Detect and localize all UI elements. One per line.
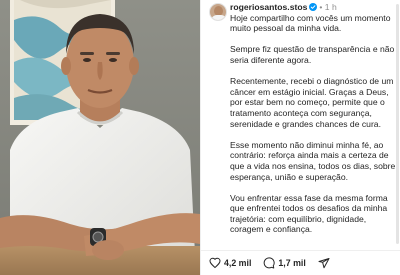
caption-paragraph-2: Sempre fiz questão de transparência e nã… <box>230 44 395 65</box>
like-button[interactable]: 4,2 mil <box>209 257 251 269</box>
post-caption: rogeriosantos.stos • 1 h Hoje compartilho… <box>230 2 396 248</box>
dot-separator: • <box>319 2 323 12</box>
post-time[interactable]: 1 h <box>325 2 337 12</box>
caption-scrollbar[interactable] <box>396 4 399 244</box>
post-photo <box>0 0 200 275</box>
avatar-shirt <box>211 15 226 20</box>
caption-paragraph-3: Recentemente, recebi o diagnóstico de um… <box>230 76 394 129</box>
caption-paragraph-5: Vou enfrentar essa fase da mesma forma q… <box>230 192 388 235</box>
comments-count: 1,7 mil <box>278 258 306 268</box>
username-link[interactable]: rogeriosantos.stos <box>230 2 307 12</box>
comment-bubble-icon <box>264 257 276 269</box>
verified-badge-icon <box>309 3 318 11</box>
comment-button[interactable]: 1,7 mil <box>263 257 306 269</box>
share-button[interactable] <box>318 257 330 269</box>
profile-avatar[interactable] <box>209 3 227 21</box>
post-media[interactable] <box>0 0 200 275</box>
caption-paragraph-4: Esse momento não diminui minha fé, ao co… <box>230 139 396 182</box>
heart-icon <box>209 257 221 269</box>
post-details-pane: rogeriosantos.stos • 1 h Hoje compartilho… <box>200 0 400 275</box>
caption-text-1: Hoje compartilho com vocês um momento mu… <box>230 12 391 34</box>
send-icon <box>318 258 330 269</box>
likes-count: 4,2 mil <box>224 258 252 268</box>
caption-paragraph-1: rogeriosantos.stos • 1 h Hoje compartilho… <box>230 2 396 34</box>
action-bar: 4,2 mil 1,7 mil <box>201 250 400 275</box>
